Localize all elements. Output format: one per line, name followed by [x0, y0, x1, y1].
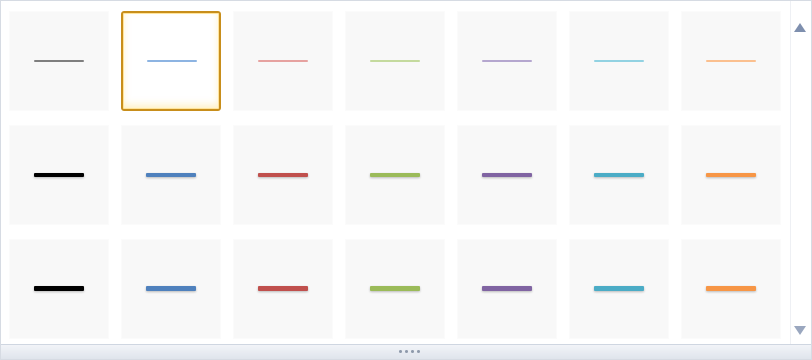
line-sample [146, 173, 196, 177]
line-style-thick-purple[interactable] [457, 239, 557, 339]
line-sample [594, 286, 644, 291]
line-sample [706, 286, 756, 291]
line-sample [146, 286, 196, 291]
line-style-thick-black[interactable] [9, 239, 109, 339]
line-style-thick-orange[interactable] [681, 239, 781, 339]
gallery-scrollbar[interactable] [790, 1, 811, 345]
line-style-thick-aqua[interactable] [569, 239, 669, 339]
line-sample [706, 173, 756, 177]
line-sample [594, 60, 644, 62]
line-style-thin-orange[interactable] [681, 11, 781, 111]
line-style-medium-green[interactable] [345, 125, 445, 225]
line-style-medium-red[interactable] [233, 125, 333, 225]
line-sample [706, 60, 756, 62]
line-sample [34, 286, 84, 291]
line-style-medium-purple[interactable] [457, 125, 557, 225]
line-style-medium-aqua[interactable] [569, 125, 669, 225]
line-style-grid [9, 11, 791, 345]
line-style-thick-green[interactable] [345, 239, 445, 339]
line-style-thin-blue[interactable] [121, 11, 221, 111]
line-sample [34, 60, 84, 62]
line-style-medium-blue[interactable] [121, 125, 221, 225]
line-sample [370, 173, 420, 177]
line-style-thin-purple[interactable] [457, 11, 557, 111]
line-style-thin-aqua[interactable] [569, 11, 669, 111]
line-sample [258, 173, 308, 177]
line-style-thin-gray[interactable] [9, 11, 109, 111]
line-style-medium-black[interactable] [9, 125, 109, 225]
scroll-up-arrow-icon[interactable] [794, 23, 806, 32]
line-sample [370, 60, 420, 62]
line-sample [594, 173, 644, 177]
line-sample [482, 60, 532, 62]
line-sample [34, 173, 84, 177]
line-style-thin-green[interactable] [345, 11, 445, 111]
line-style-thick-red[interactable] [233, 239, 333, 339]
scroll-down-arrow-icon[interactable] [794, 326, 806, 335]
line-sample [482, 286, 532, 291]
line-style-thick-blue[interactable] [121, 239, 221, 339]
line-style-gallery [0, 0, 812, 360]
line-style-thin-red[interactable] [233, 11, 333, 111]
line-sample [258, 60, 308, 62]
resize-grip-icon[interactable] [399, 349, 431, 355]
line-sample [147, 60, 197, 62]
line-sample [258, 286, 308, 291]
line-style-medium-orange[interactable] [681, 125, 781, 225]
gallery-resize-bar[interactable] [1, 344, 811, 359]
line-sample [370, 286, 420, 291]
line-sample [482, 173, 532, 177]
